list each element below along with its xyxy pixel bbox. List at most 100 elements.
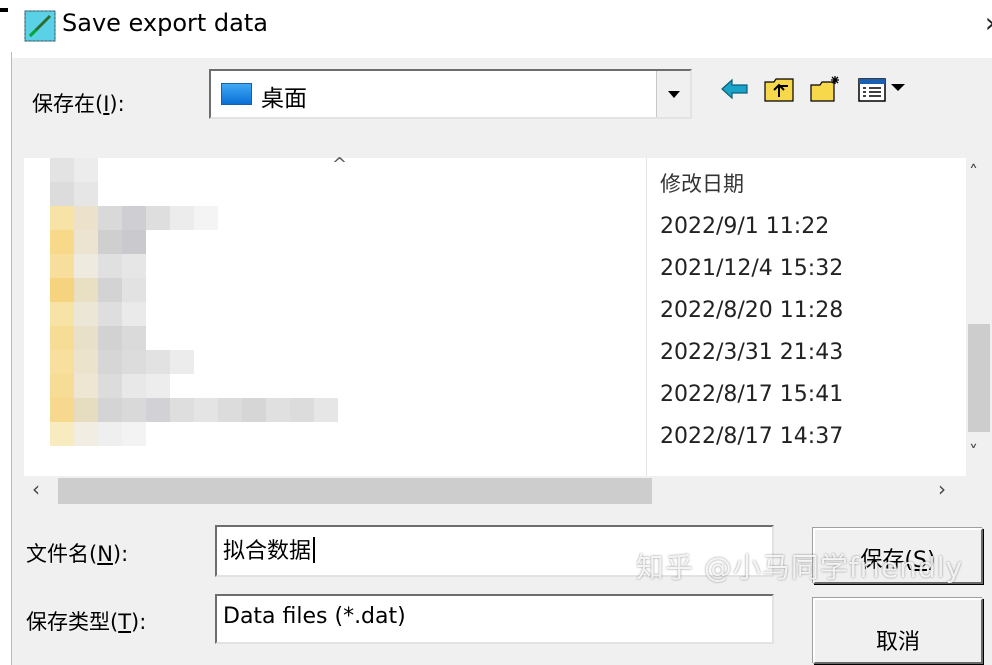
file-name-label: 文件名(N): xyxy=(26,542,129,566)
cancel-button[interactable]: 取消 xyxy=(813,598,983,664)
blur-pixel xyxy=(98,278,122,302)
save-type-dropdown[interactable]: Data files (*.dat) xyxy=(215,594,774,644)
blur-pixel xyxy=(122,326,146,350)
cancel-button-label: 取消 xyxy=(875,630,920,655)
window-title: Save export data xyxy=(62,9,268,37)
scroll-left-icon[interactable]: ‹ xyxy=(32,477,40,501)
blur-pixel xyxy=(50,182,74,206)
blur-pixel xyxy=(50,278,74,302)
title-bar: Save export data › xyxy=(10,0,992,52)
blur-pixel xyxy=(74,326,98,350)
blur-pixel xyxy=(50,302,74,326)
blur-pixel xyxy=(98,302,122,326)
blur-pixel xyxy=(194,398,218,422)
close-button[interactable]: › xyxy=(985,6,992,39)
file-list[interactable]: ^ 修改日期 2022/9/1 11:22 2021/12/4 15:32 20… xyxy=(24,154,966,476)
file-modified-date: 2022/8/20 11:28 xyxy=(660,298,844,323)
file-modified-date: 2021/12/4 15:32 xyxy=(660,256,844,281)
blur-pixel xyxy=(50,374,74,398)
back-arrow-icon[interactable] xyxy=(718,74,752,104)
blur-pixel xyxy=(50,398,74,422)
blur-pixel xyxy=(98,398,122,422)
blur-pixel xyxy=(290,398,314,422)
blur-pixel xyxy=(122,230,146,254)
blur-pixel xyxy=(122,350,146,374)
blur-pixel xyxy=(74,374,98,398)
file-modified-date: 2022/8/17 14:37 xyxy=(660,424,844,449)
edge-mark xyxy=(0,8,8,12)
scroll-up-icon[interactable]: ˄ xyxy=(969,162,978,183)
blur-pixel xyxy=(74,302,98,326)
blur-pixel xyxy=(74,230,98,254)
blur-pixel xyxy=(122,206,146,230)
blur-pixel xyxy=(50,206,74,230)
blur-pixel xyxy=(122,422,146,446)
horizontal-scroll-thumb[interactable] xyxy=(58,478,652,504)
blur-pixel xyxy=(98,374,122,398)
blur-pixel xyxy=(146,374,170,398)
blur-pixel xyxy=(50,230,74,254)
blur-pixel xyxy=(50,350,74,374)
vertical-scroll-thumb[interactable] xyxy=(968,324,990,432)
new-folder-icon[interactable] xyxy=(808,74,842,104)
blur-pixel xyxy=(98,350,122,374)
blur-pixel xyxy=(50,422,74,446)
blur-pixel xyxy=(170,350,194,374)
file-modified-date: 2022/8/17 15:41 xyxy=(660,382,844,407)
file-name-value: 拟合数据 xyxy=(223,539,312,564)
blur-pixel xyxy=(122,254,146,278)
save-in-dropdown[interactable]: 桌面 xyxy=(209,69,692,119)
blur-pixel xyxy=(50,158,74,182)
blur-pixel xyxy=(74,206,98,230)
blur-pixel xyxy=(74,422,98,446)
save-dialog: 保存在(I): 桌面 ^ 修改日期 2022/9/1 11:22 2021/12… xyxy=(12,58,992,665)
scroll-down-icon[interactable]: ˅ xyxy=(969,442,978,463)
file-modified-date: 2022/3/31 21:43 xyxy=(660,340,844,365)
blur-pixel xyxy=(74,278,98,302)
save-in-value: 桌面 xyxy=(261,86,307,112)
blur-pixel xyxy=(170,398,194,422)
app-icon xyxy=(24,10,56,42)
watermark-text: 知乎 @小马同学friendly xyxy=(636,551,964,584)
column-divider[interactable] xyxy=(646,158,647,476)
blur-pixel xyxy=(146,350,170,374)
blur-pixel xyxy=(122,302,146,326)
blur-pixel xyxy=(170,206,194,230)
blur-pixel xyxy=(74,254,98,278)
blur-pixel xyxy=(194,206,218,230)
blur-pixel xyxy=(50,254,74,278)
save-type-value: Data files (*.dat) xyxy=(223,604,406,629)
blur-pixel xyxy=(98,254,122,278)
file-modified-date: 2022/9/1 11:22 xyxy=(660,214,830,239)
blur-pixel xyxy=(122,278,146,302)
blur-pixel xyxy=(98,206,122,230)
save-type-label: 保存类型(T): xyxy=(26,610,147,634)
blur-pixel xyxy=(218,398,242,422)
view-menu-icon[interactable] xyxy=(856,74,916,104)
desktop-folder-icon xyxy=(221,83,252,105)
blur-pixel xyxy=(74,350,98,374)
blur-pixel xyxy=(74,182,98,206)
left-window-edge xyxy=(0,0,12,665)
blur-pixel xyxy=(122,374,146,398)
column-header-modified[interactable]: 修改日期 xyxy=(660,168,744,198)
scroll-right-icon[interactable]: › xyxy=(938,477,946,501)
blurred-file-names xyxy=(24,158,354,476)
blur-pixel xyxy=(146,398,170,422)
text-cursor xyxy=(313,537,316,563)
blur-pixel xyxy=(242,398,266,422)
blur-pixel xyxy=(266,398,290,422)
dropdown-arrow-button[interactable] xyxy=(656,71,690,117)
blur-pixel xyxy=(122,398,146,422)
blur-pixel xyxy=(98,422,122,446)
blur-pixel xyxy=(74,158,98,182)
blur-pixel xyxy=(74,398,98,422)
vertical-scrollbar[interactable]: ˄ ˅ xyxy=(966,158,992,476)
horizontal-scrollbar[interactable]: ‹ › xyxy=(24,476,966,506)
blur-pixel xyxy=(50,326,74,350)
blur-pixel xyxy=(98,326,122,350)
blur-pixel xyxy=(314,398,338,422)
blur-pixel xyxy=(98,230,122,254)
up-folder-icon[interactable] xyxy=(762,74,796,104)
sort-indicator: ^ xyxy=(332,154,348,175)
